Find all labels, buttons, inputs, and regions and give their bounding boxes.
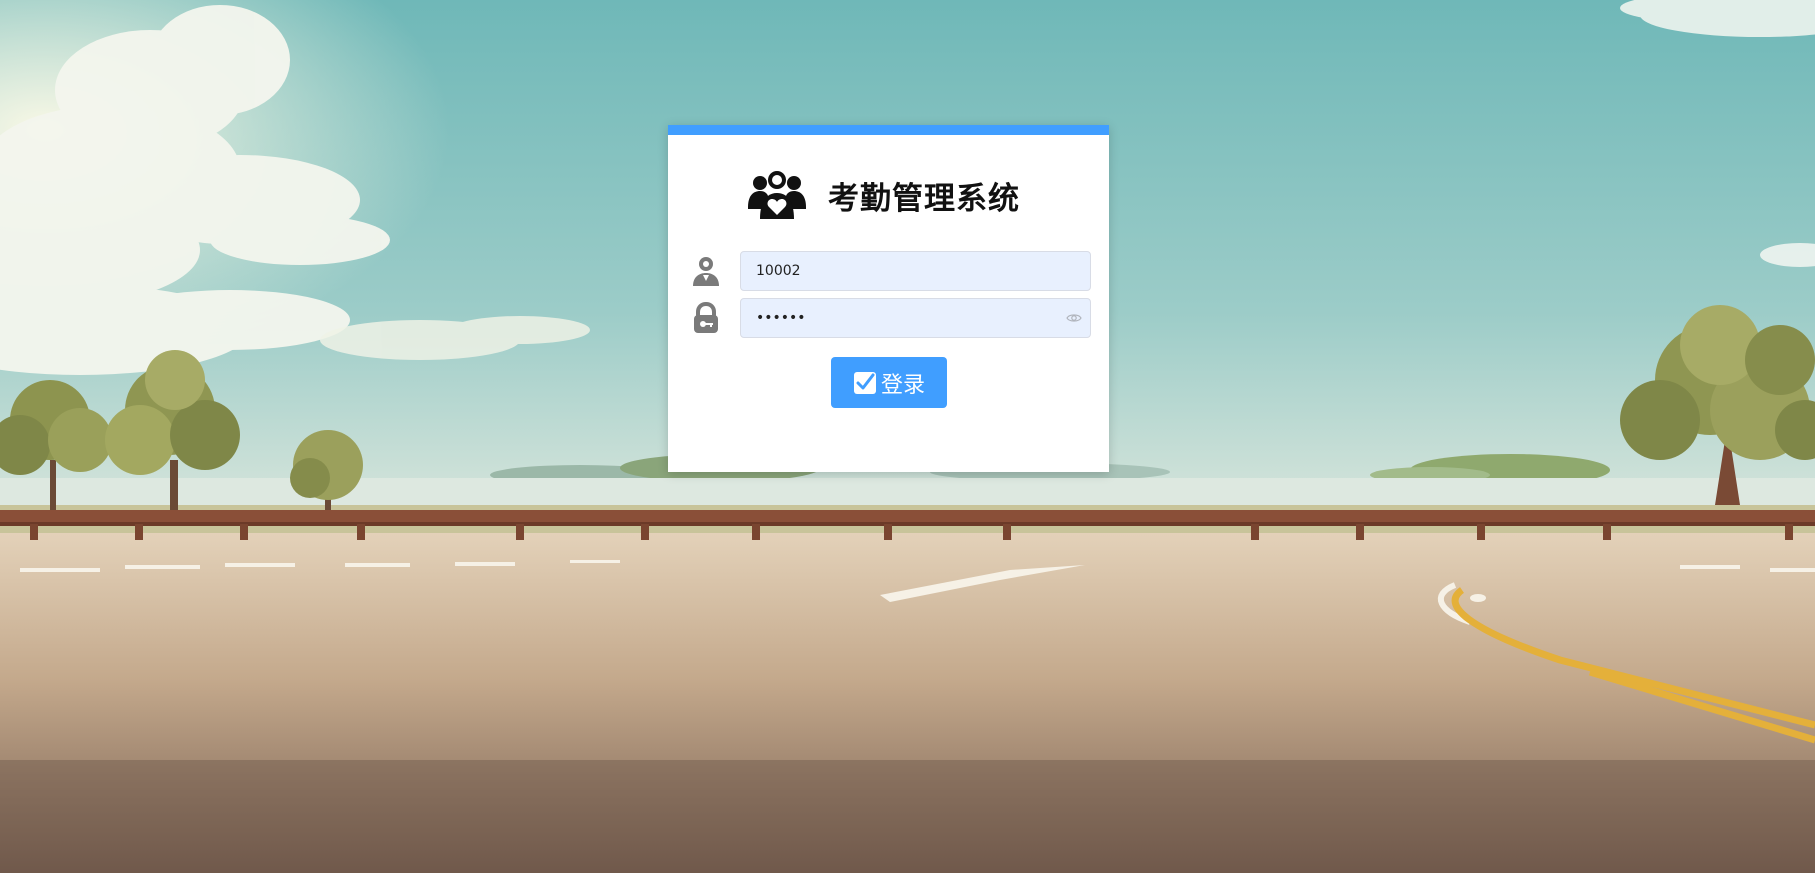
login-button-label: 登录 (880, 372, 925, 398)
password-row (690, 298, 1091, 338)
login-card: 考勤管理系统 10002 登录 (668, 125, 1109, 472)
username-row (690, 251, 1091, 291)
app-title: 考勤管理系统 (828, 180, 1020, 217)
card-accent-bar (668, 125, 1109, 135)
brand-header: 考勤管理系统 (746, 167, 1020, 223)
password-input[interactable] (740, 298, 1091, 338)
lock-icon (690, 301, 722, 334)
login-button[interactable]: 登录 (831, 357, 947, 408)
check-square-icon (853, 371, 877, 395)
username-input[interactable] (740, 251, 1091, 291)
people-heart-icon (746, 169, 808, 221)
eye-icon[interactable] (1066, 310, 1082, 326)
user-icon (690, 255, 722, 287)
